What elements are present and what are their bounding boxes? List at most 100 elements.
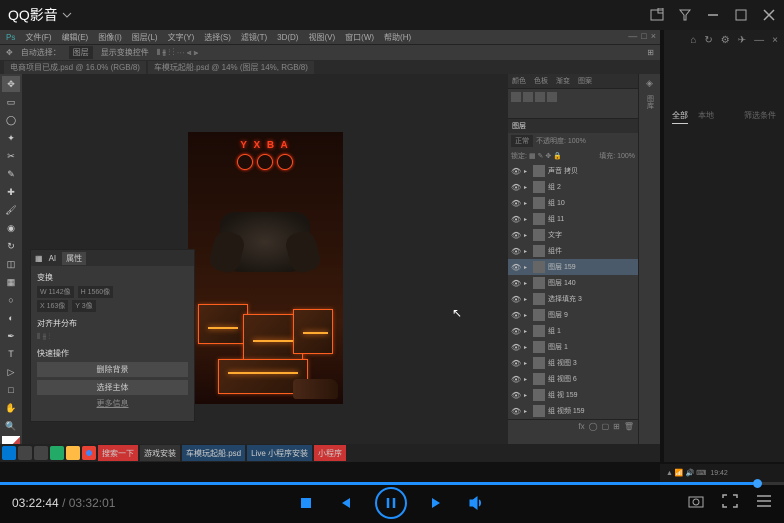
ps-canvas-area[interactable]: Y X B A (22, 74, 508, 462)
visibility-icon[interactable]: 👁 (511, 391, 521, 400)
expand-icon[interactable]: ▸ (524, 344, 530, 351)
menu-3d[interactable]: 3D(D) (277, 33, 298, 42)
heal-tool[interactable]: ✚ (2, 184, 20, 200)
type-tool[interactable]: T (2, 346, 20, 362)
shape-tool[interactable]: □ (2, 382, 20, 398)
library-icon[interactable]: ◈ (646, 78, 653, 89)
menu-select[interactable]: 选择(S) (204, 32, 231, 43)
capture-icon[interactable] (650, 8, 664, 22)
tab-all[interactable]: 全部 (672, 110, 688, 124)
patterns-tab[interactable]: 图案 (574, 76, 596, 86)
expand-icon[interactable]: ▸ (524, 184, 530, 191)
visibility-icon[interactable]: 👁 (511, 183, 521, 192)
layer-row[interactable]: 👁▸选择填充 3 (508, 291, 638, 307)
expand-icon[interactable]: ▸ (524, 328, 530, 335)
width-input[interactable]: W 1142像 (37, 286, 74, 298)
layer-row[interactable]: 👁▸图层 140 (508, 275, 638, 291)
stamp-tool[interactable]: ◉ (2, 220, 20, 236)
swatches-tab[interactable]: 色板 (530, 76, 552, 86)
eyedropper-tool[interactable]: ✎ (2, 166, 20, 182)
chrome-icon[interactable] (82, 446, 96, 460)
visibility-icon[interactable]: 👁 (511, 359, 521, 368)
history-brush-tool[interactable]: ↻ (2, 238, 20, 254)
crop-tool[interactable]: ✂ (2, 148, 20, 164)
mask-icon[interactable]: ◯ (589, 422, 598, 431)
home-icon[interactable]: ⌂ (690, 35, 696, 46)
volume-button[interactable] (469, 496, 485, 510)
delete-layer-icon[interactable]: 🗑 (624, 422, 634, 431)
start-button[interactable] (2, 446, 16, 460)
properties-tab[interactable]: 属性 (62, 252, 86, 265)
menu-view[interactable]: 视图(V) (308, 32, 335, 43)
expand-icon[interactable]: ▸ (524, 168, 530, 175)
menu-image[interactable]: 图像(I) (98, 32, 122, 43)
visibility-icon[interactable]: 👁 (511, 199, 521, 208)
show-transform-check[interactable]: 显示变换控件 (101, 47, 149, 58)
hand-tool[interactable]: ✋ (2, 400, 20, 416)
layer-row[interactable]: 👁▸组 视 159 (508, 387, 638, 403)
menu-layer[interactable]: 图层(L) (132, 32, 158, 43)
color-tab[interactable]: 颜色 (508, 76, 530, 86)
ai-tab[interactable]: AI (49, 254, 57, 263)
edge-icon[interactable] (50, 446, 64, 460)
visibility-icon[interactable]: 👁 (511, 231, 521, 240)
opacity-label[interactable]: 不透明度: 100% (536, 136, 586, 146)
expand-icon[interactable]: ▸ (524, 200, 530, 207)
blur-tool[interactable]: ○ (2, 292, 20, 308)
taskbar-item-2[interactable]: 游戏安装 (140, 445, 180, 461)
new-folder-icon[interactable]: ▢ (602, 422, 610, 431)
visibility-icon[interactable]: 👁 (511, 295, 521, 304)
remove-bg-button[interactable]: 删除背景 (37, 362, 188, 377)
layer-row[interactable]: 👁▸图层 159 (508, 259, 638, 275)
layers-tab[interactable]: 图层 (508, 121, 530, 131)
pin-icon[interactable] (678, 8, 692, 22)
visibility-icon[interactable]: 👁 (511, 263, 521, 272)
pen-tool[interactable]: ✒ (2, 328, 20, 344)
menu-window[interactable]: 窗口(W) (345, 32, 374, 43)
menu-help[interactable]: 帮助(H) (384, 32, 411, 43)
layer-row[interactable]: 👁▸图层 9 (508, 307, 638, 323)
playlist-button[interactable] (756, 494, 772, 511)
visibility-icon[interactable]: 👁 (511, 343, 521, 352)
next-button[interactable] (431, 496, 445, 510)
layer-row[interactable]: 👁▸组 视频 159 (508, 403, 638, 419)
ps-maximize-icon[interactable]: □ (641, 31, 646, 41)
layer-row[interactable]: 👁▸组 视图 6 (508, 371, 638, 387)
layer-row[interactable]: 👁▸图层 1 (508, 339, 638, 355)
x-input[interactable]: X 163像 (37, 300, 68, 312)
layer-row[interactable]: 👁▸组件 (508, 243, 638, 259)
workspace-icon[interactable]: ⊞ (647, 48, 654, 57)
progress-bar[interactable] (0, 482, 784, 485)
y-input[interactable]: Y 3像 (72, 300, 95, 312)
ps-canvas[interactable]: Y X B A (188, 132, 343, 404)
eraser-tool[interactable]: ◫ (2, 256, 20, 272)
expand-icon[interactable]: ▸ (524, 296, 530, 303)
menu-edit[interactable]: 编辑(E) (62, 32, 89, 43)
adjustments-panel[interactable] (508, 88, 638, 118)
marquee-tool[interactable]: ▭ (2, 94, 20, 110)
visibility-icon[interactable]: 👁 (511, 167, 521, 176)
blend-mode-select[interactable]: 正常 (511, 135, 533, 147)
send-icon[interactable]: ✈ (738, 35, 746, 46)
task-view-icon[interactable] (34, 446, 48, 460)
expand-icon[interactable]: ▸ (524, 360, 530, 367)
properties-panel[interactable]: ▦ AI 属性 变换 W 1142像 H 1560像 X 163像 (30, 249, 195, 422)
taskbar-item-1[interactable]: 搜索一下 (98, 445, 138, 461)
expand-icon[interactable]: ▸ (524, 280, 530, 287)
ps-close-icon[interactable]: × (651, 31, 656, 41)
layer-row[interactable]: 👁▸组 视图 3 (508, 355, 638, 371)
height-input[interactable]: H 1560像 (78, 286, 114, 298)
visibility-icon[interactable]: 👁 (511, 279, 521, 288)
taskbar-item-4[interactable]: Live 小程序安装 (247, 445, 312, 461)
play-pause-button[interactable] (375, 487, 407, 519)
visibility-icon[interactable]: 👁 (511, 311, 521, 320)
align-icons[interactable]: ⫴ ⫵ ⫶ ⋮ ⋯ ⫷ ⫸ (157, 48, 198, 58)
move-tool[interactable]: ✥ (2, 76, 20, 92)
chevron-down-icon[interactable] (62, 10, 72, 20)
expand-icon[interactable]: ▸ (524, 408, 530, 415)
taskbar-item-3[interactable]: 车模玩起船.psd (182, 445, 245, 461)
prev-button[interactable] (337, 496, 351, 510)
visibility-icon[interactable]: 👁 (511, 215, 521, 224)
close-icon[interactable] (762, 8, 776, 22)
explorer-icon[interactable] (66, 446, 80, 460)
